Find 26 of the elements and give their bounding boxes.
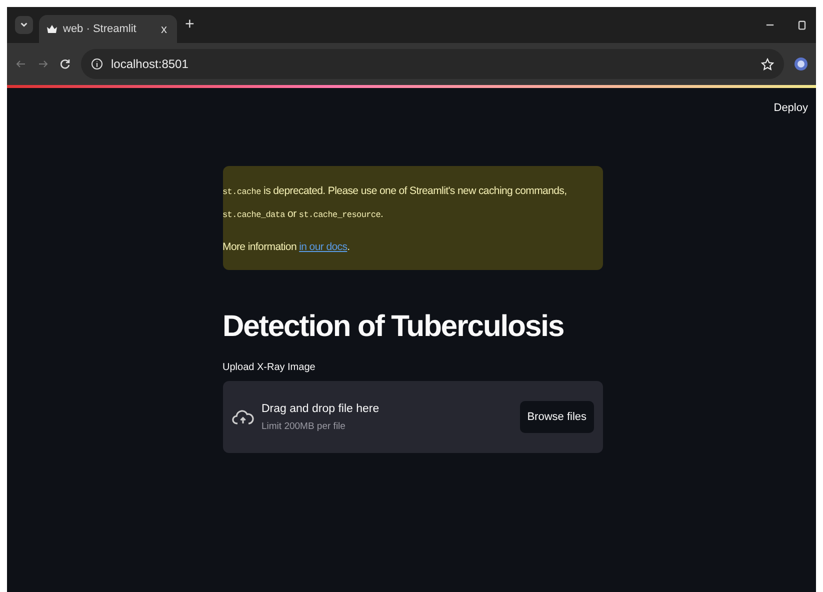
forward-icon[interactable]	[37, 58, 49, 70]
back-icon[interactable]	[15, 58, 27, 70]
warning-message: More information in our docs.	[222, 240, 351, 255]
browser-tab[interactable]: web · Streamlit x	[39, 15, 177, 43]
tab-title: web · Streamlit	[63, 23, 138, 35]
close-tab-button[interactable]: x	[159, 22, 169, 36]
address-bar[interactable]: localhost:8501	[81, 49, 784, 79]
profile-avatar-icon[interactable]	[794, 57, 808, 71]
info-icon	[91, 58, 103, 70]
tab-list-icon[interactable]	[15, 16, 33, 34]
restore-icon[interactable]	[796, 19, 808, 31]
reload-icon[interactable]	[59, 58, 71, 70]
docs-link[interactable]: in our docs	[299, 241, 348, 253]
page-title: Detection of Tuberculosis	[222, 310, 565, 344]
browse-files-button[interactable]: Browse files	[520, 401, 594, 433]
dropzone-instruction: Drag and drop file here	[262, 402, 380, 414]
uploader-label: Upload X-Ray Image	[222, 362, 316, 373]
warning-message: st.cache is deprecated. Please use one of Streamlit's new caching commands, st.cache_data or st.cache_resource.	[222, 184, 568, 222]
file-size-limit: Limit 200MB per file	[262, 420, 346, 432]
crown-icon	[47, 25, 57, 33]
cloud-upload-icon	[232, 407, 254, 427]
new-tab-button[interactable]: +	[183, 16, 196, 34]
deploy-button[interactable]: Deploy	[772, 98, 810, 118]
star-icon[interactable]	[761, 58, 774, 70]
url-text: localhost:8501	[111, 57, 188, 71]
file-dropzone[interactable]: Drag and drop file here Limit 200MB per file Browse files	[222, 381, 602, 453]
